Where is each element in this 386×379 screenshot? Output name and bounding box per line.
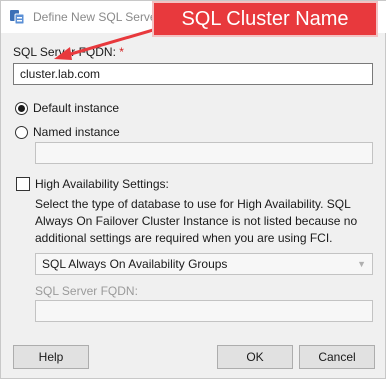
ok-button[interactable]: OK [217,345,293,369]
named-instance-radio[interactable] [15,126,28,139]
ha-settings-checkbox[interactable] [16,177,30,191]
ha-fqdn-input[interactable] [35,300,373,322]
help-button[interactable]: Help [13,345,89,369]
default-instance-label[interactable]: Default instance [33,101,119,115]
ha-type-selected-value: SQL Always On Availability Groups [42,257,228,271]
chevron-down-icon: ▼ [357,259,366,269]
ha-description: Select the type of database to use for H… [35,197,358,245]
cancel-button[interactable]: Cancel [299,345,375,369]
ha-fqdn-label: SQL Server FQDN: [35,284,138,298]
default-instance-radio[interactable] [15,102,28,115]
ha-type-select[interactable]: SQL Always On Availability Groups ▼ [35,253,373,275]
ha-settings-label[interactable]: High Availability Settings: [35,177,169,191]
annotation-callout: SQL Cluster Name [154,3,376,35]
named-instance-input[interactable] [35,142,373,164]
named-instance-label[interactable]: Named instance [33,125,120,139]
